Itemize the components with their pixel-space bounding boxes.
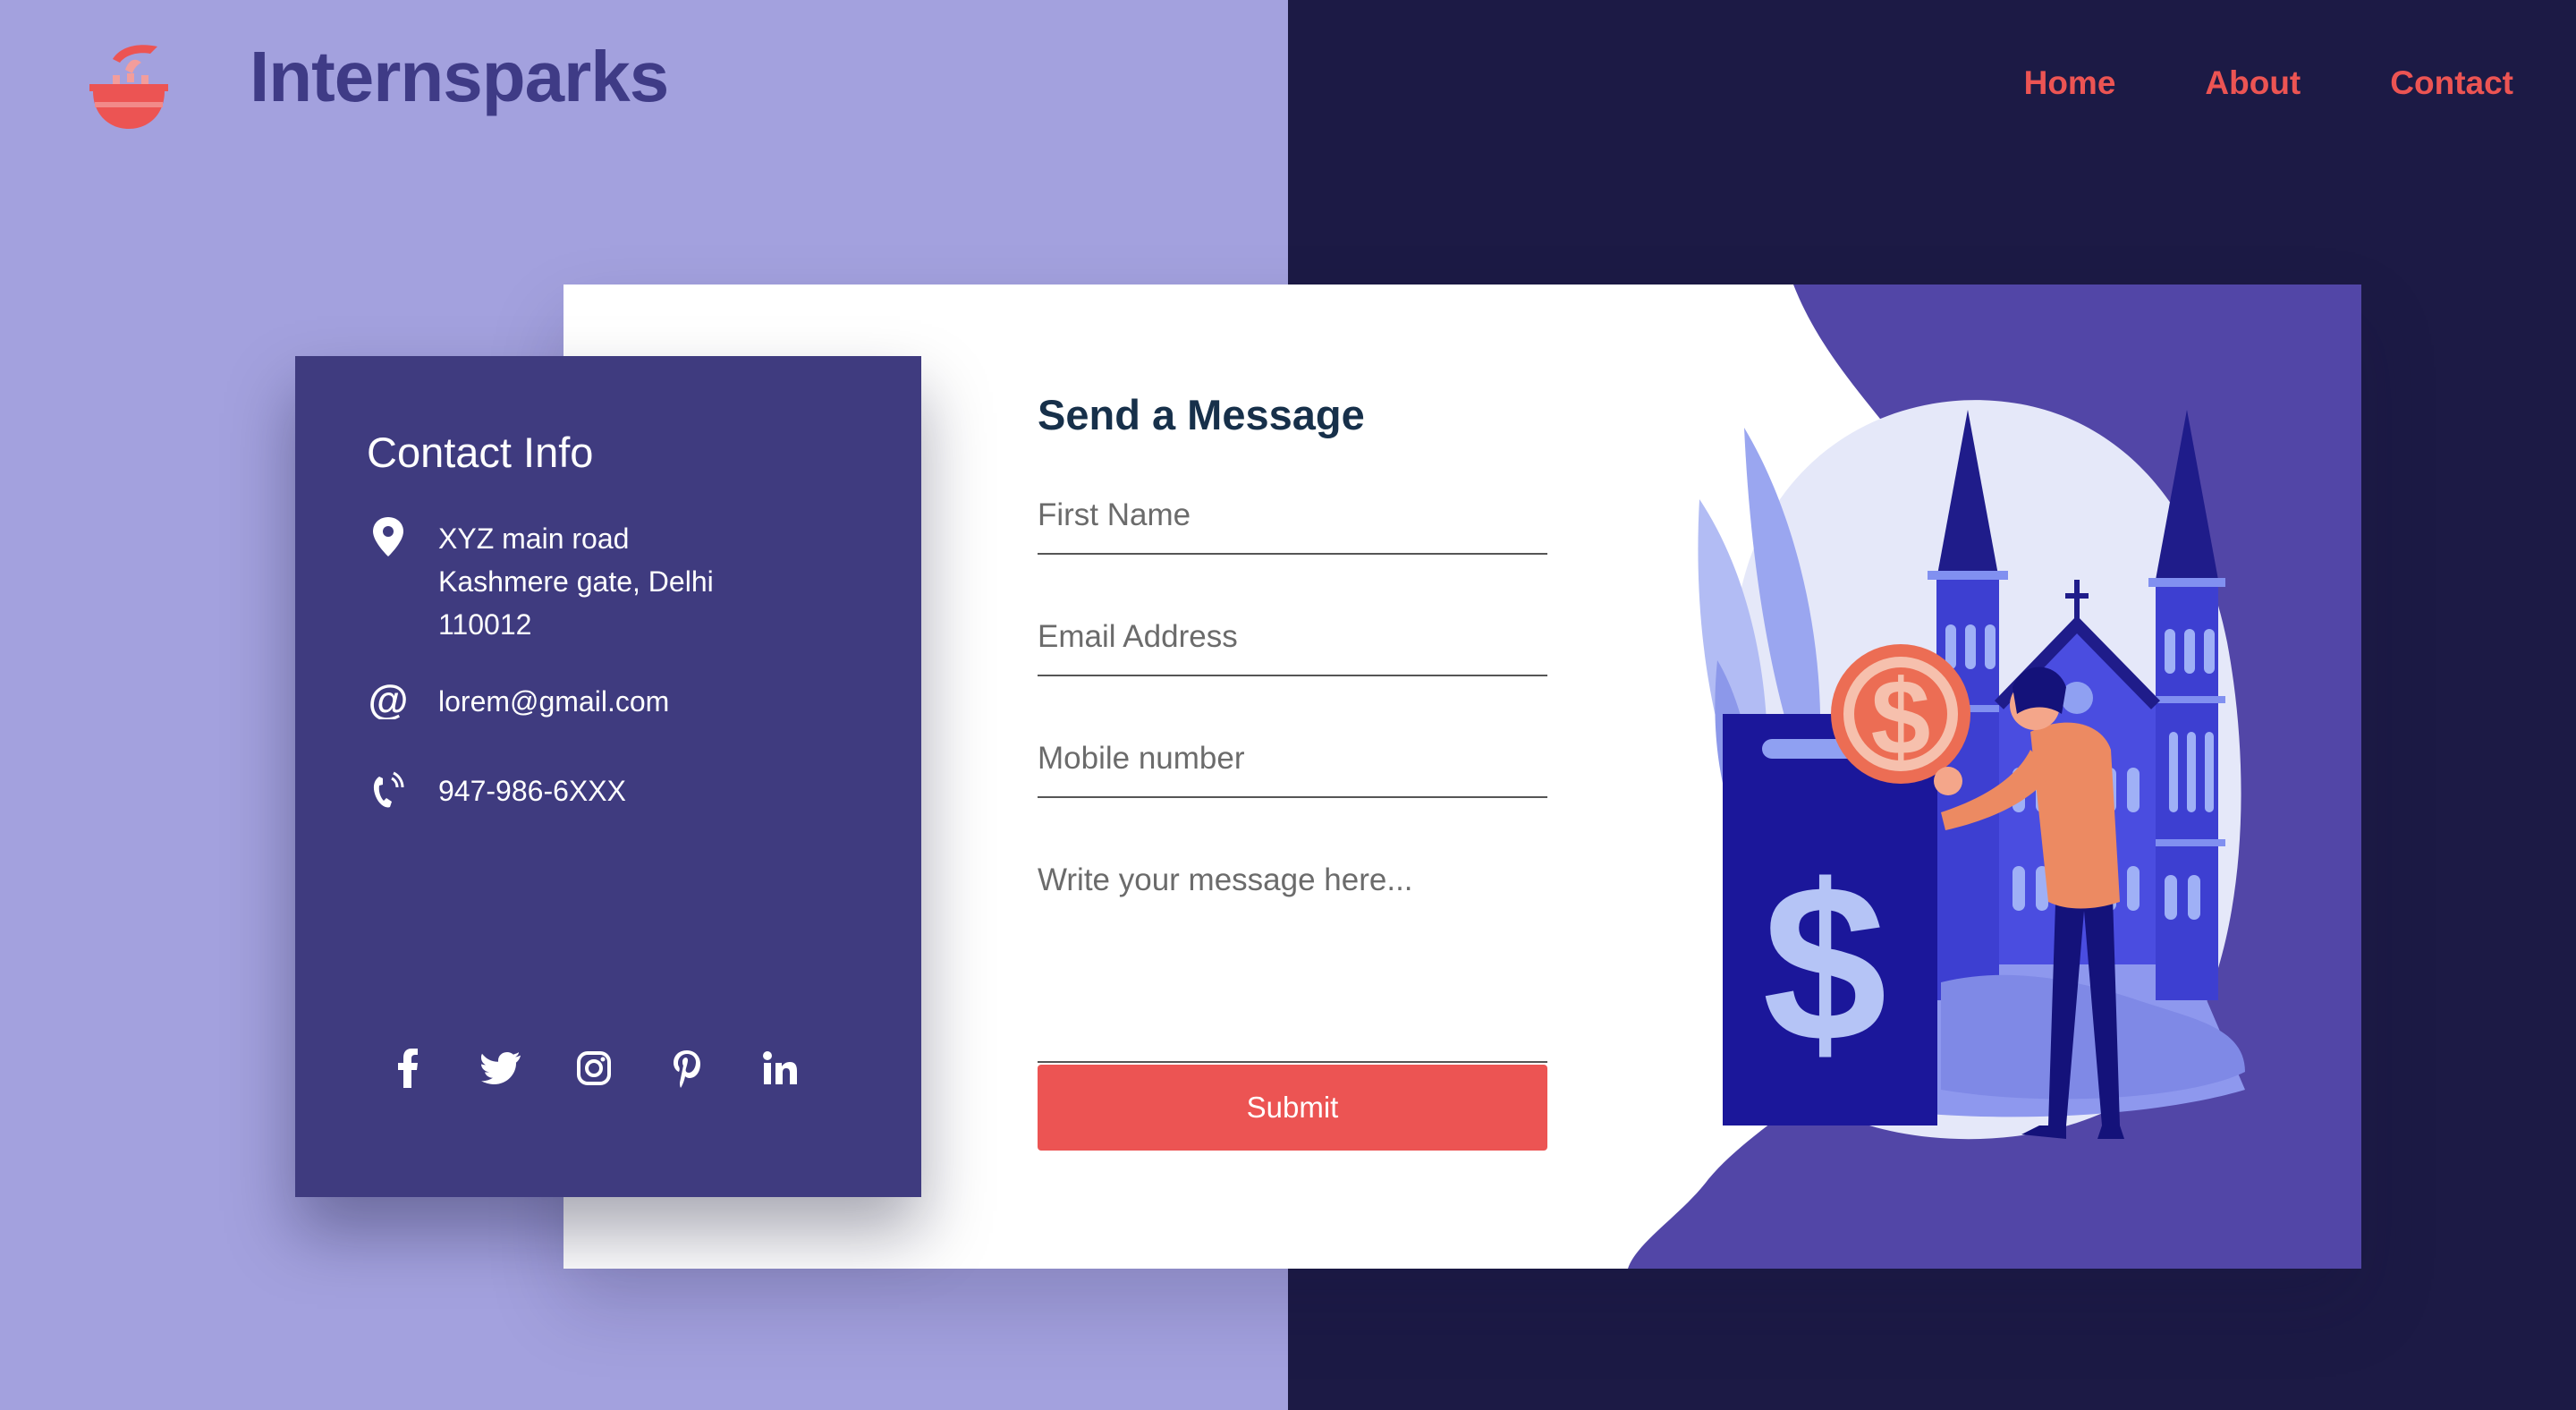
svg-text:$: $ [1762,838,1886,1088]
phone-text[interactable]: 947-986-6XXX [438,769,626,812]
phone-icon [367,769,410,812]
address-text: XYZ main road Kashmere gate, Delhi 11001… [438,517,714,646]
address-line-1: XYZ main road [438,522,630,555]
at-sign-icon: @ [367,680,410,723]
email-row: @ lorem@gmail.com [367,680,669,723]
contact-info-title: Contact Info [367,429,594,476]
first-name-field[interactable] [1038,497,1547,555]
submit-button[interactable]: Submit [1038,1065,1547,1151]
location-pin-icon [367,517,410,560]
phone-row: 947-986-6XXX [367,769,626,812]
form-title: Send a Message [1038,391,1365,438]
mobile-number-field[interactable] [1038,741,1547,798]
facebook-icon[interactable] [385,1045,431,1091]
contact-info-panel: Contact Info XYZ main road Kashmere gate… [295,356,921,1197]
svg-text:@: @ [369,680,408,719]
nav-about-link[interactable]: About [2205,64,2301,102]
cooking-pot-icon[interactable] [86,39,172,132]
address-line-3: 110012 [438,608,532,641]
address-line-2: Kashmere gate, Delhi [438,565,714,598]
social-links [385,1045,803,1091]
nav-contact-link[interactable]: Contact [2390,64,2513,102]
email-field[interactable] [1038,619,1547,676]
nav-home-link[interactable]: Home [2024,64,2116,102]
twitter-icon[interactable] [478,1045,524,1091]
message-field[interactable] [1038,862,1547,1063]
address-row: XYZ main road Kashmere gate, Delhi 11001… [367,517,714,646]
instagram-icon[interactable] [571,1045,617,1091]
svg-text:$: $ [1871,658,1931,777]
pinterest-icon[interactable] [664,1045,710,1091]
main-nav: Home About Contact [2024,64,2513,102]
linkedin-icon[interactable] [757,1045,803,1091]
email-text[interactable]: lorem@gmail.com [438,680,669,723]
brand-name[interactable]: Internsparks [250,36,669,118]
